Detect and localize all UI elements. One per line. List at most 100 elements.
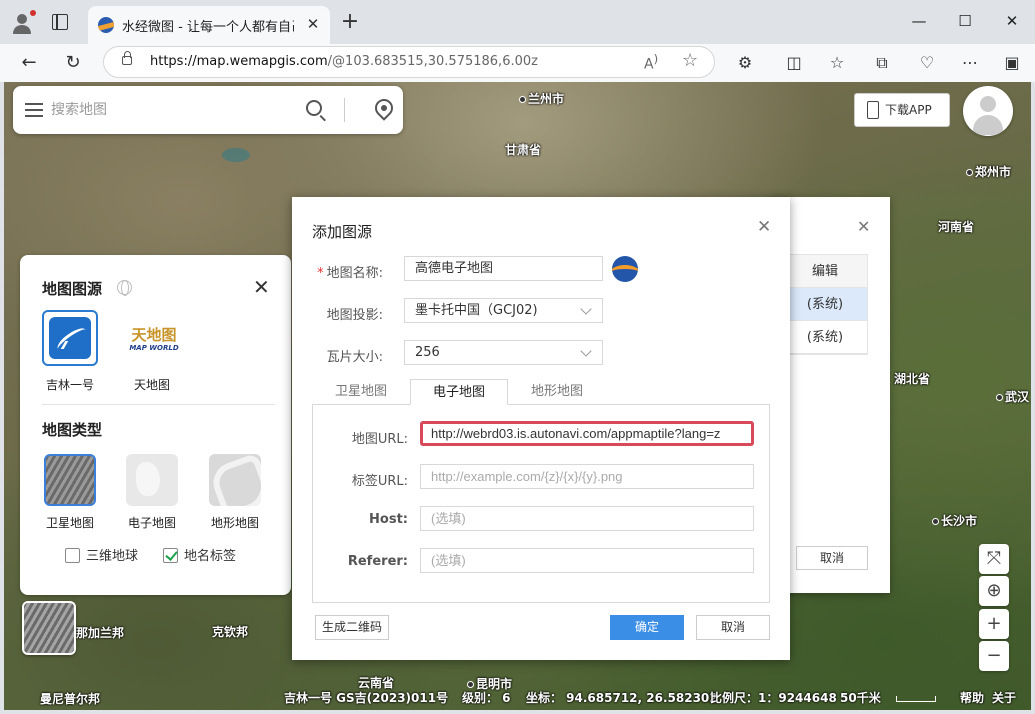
- jilin-logo-icon: [42, 310, 98, 366]
- electronic-map-icon: [126, 454, 178, 506]
- browser-window: 水经微图 - 让每一个人都有自己的 ✕ + — ☐ ✕ ← ↻ https://…: [0, 0, 1035, 714]
- scale-length-text: 50千米: [840, 691, 881, 705]
- tab-terrain[interactable]: 地形地图: [508, 379, 606, 405]
- divider: [344, 98, 345, 122]
- map-name-field[interactable]: 高德电子地图: [404, 256, 603, 281]
- projection-select[interactable]: 墨卡托中国（GCJ02): [404, 298, 603, 323]
- confirm-button[interactable]: 确定: [610, 615, 684, 640]
- map-type-toggle[interactable]: [22, 601, 76, 655]
- place-label: 兰州市: [519, 90, 564, 107]
- map-type-satellite[interactable]: 卫星地图: [40, 454, 100, 531]
- host-label: Host:: [369, 512, 408, 527]
- search-input[interactable]: [51, 98, 291, 122]
- terrain-map-icon: [209, 454, 261, 506]
- lock-icon[interactable]: [122, 51, 132, 65]
- phone-icon: [867, 101, 879, 119]
- favorite-star-icon[interactable]: ☆: [682, 50, 698, 71]
- locate-icon[interactable]: ⊕: [979, 576, 1009, 606]
- checkbox[interactable]: [65, 548, 80, 563]
- status-bar: 吉林一号 GS吉(2023)011号 级别： 6 坐标： 94.685712, …: [4, 686, 1031, 710]
- label-url-field[interactable]: http://example.com/{z}/{x}/{y}.png: [420, 464, 754, 489]
- referer-label: Referer:: [347, 554, 408, 569]
- search-icon[interactable]: [306, 100, 322, 116]
- place-label: 甘肃省: [505, 143, 542, 157]
- name-label: * 地图名称:: [317, 266, 383, 281]
- tab-satellite[interactable]: 卫星地图: [312, 379, 410, 405]
- source-panel-title: 地图图源: [42, 280, 103, 298]
- projection-label: 地图投影:: [326, 308, 383, 323]
- host-field[interactable]: (选填): [420, 506, 754, 531]
- refresh-icon[interactable]: ↻: [60, 50, 86, 76]
- source-item-jilin[interactable]: 吉林一号: [40, 310, 100, 393]
- tab-title: 水经微图 - 让每一个人都有自己的: [122, 20, 294, 35]
- tile-size-select[interactable]: 256: [404, 340, 603, 365]
- place-label: 河南省: [938, 220, 975, 234]
- map-type-terrain[interactable]: 地形地图: [205, 454, 265, 531]
- place-label: 克钦邦: [212, 625, 249, 639]
- download-app-label: 下载APP: [885, 103, 932, 117]
- collections-icon[interactable]: ⧉: [870, 51, 894, 75]
- site-favicon-icon: [98, 17, 114, 33]
- menu-icon[interactable]: [25, 103, 43, 117]
- map-type-electronic[interactable]: 电子地图: [122, 454, 182, 531]
- address-bar-row: ← ↻ https://map.wemapgis.com/@103.683515…: [0, 44, 1035, 82]
- map-type-title: 地图类型: [42, 421, 103, 439]
- zoom-in-icon[interactable]: +: [979, 609, 1009, 639]
- wemap-logo-icon: [612, 256, 638, 282]
- tab-close-icon[interactable]: ✕: [303, 14, 323, 34]
- globe-icon[interactable]: [117, 280, 132, 296]
- scale-bar: [896, 696, 936, 702]
- more-menu-icon[interactable]: ⋯: [958, 51, 982, 75]
- tab-actions-icon[interactable]: [52, 14, 68, 30]
- tab-strip: 水经微图 - 让每一个人都有自己的 ✕ + — ☐ ✕: [0, 0, 1035, 44]
- checkbox-3d-globe[interactable]: 三维地球: [65, 545, 138, 564]
- source-item-tianditu[interactable]: 天地图 MAP WORLD 天地图: [122, 310, 182, 393]
- map-url-label: 地图URL:: [351, 432, 408, 447]
- help-link[interactable]: 帮助: [960, 689, 984, 706]
- location-pin-icon[interactable]: [371, 95, 397, 121]
- split-screen-icon[interactable]: ◫: [782, 51, 806, 75]
- source-type-tabs: 卫星地图 电子地图 地形地图: [312, 379, 770, 405]
- zoom-level-text: 级别： 6: [462, 691, 511, 705]
- scale-ratio-text: 比例尺：1：9244648: [710, 691, 837, 705]
- browser-essentials-icon[interactable]: ♡: [915, 51, 939, 75]
- map-search-box: [13, 86, 403, 134]
- zoom-out-icon[interactable]: −: [979, 641, 1009, 671]
- download-app-button[interactable]: 下载APP: [854, 93, 950, 127]
- close-icon[interactable]: ✕: [857, 217, 870, 236]
- new-tab-button[interactable]: +: [338, 11, 362, 35]
- about-link[interactable]: 关于: [992, 689, 1016, 706]
- cancel-button[interactable]: 取消: [796, 546, 868, 570]
- cancel-button[interactable]: 取消: [696, 615, 770, 640]
- tab-electronic[interactable]: 电子地图: [410, 379, 508, 405]
- measure-tool-icon[interactable]: ⤧: [979, 544, 1009, 574]
- minimize-icon[interactable]: —: [904, 8, 934, 34]
- map-url-field[interactable]: http://webrd03.is.autonavi.com/appmaptil…: [420, 421, 754, 446]
- url-text[interactable]: https://map.wemapgis.com/@103.683515,30.…: [150, 54, 538, 69]
- place-label: 长沙市: [932, 512, 977, 529]
- checkbox-checked[interactable]: [163, 548, 178, 563]
- close-icon[interactable]: ✕: [253, 275, 270, 299]
- back-icon[interactable]: ←: [16, 50, 42, 76]
- close-icon[interactable]: ✕: [757, 217, 771, 237]
- sidebar-toggle-icon[interactable]: ▣: [1000, 51, 1024, 75]
- favorites-icon[interactable]: ☆: [825, 51, 849, 75]
- dialog-title: 添加图源: [312, 223, 373, 241]
- generate-qr-button[interactable]: 生成二维码: [315, 615, 389, 640]
- read-aloud-icon[interactable]: A): [644, 52, 658, 73]
- user-avatar[interactable]: [963, 86, 1013, 136]
- tile-size-label: 瓦片大小:: [326, 350, 383, 365]
- extensions-icon[interactable]: ⚙: [733, 51, 757, 75]
- maximize-icon[interactable]: ☐: [950, 8, 980, 34]
- address-bar[interactable]: https://map.wemapgis.com/@103.683515,30.…: [103, 46, 715, 78]
- lake-feature: [222, 148, 250, 162]
- checkbox-place-labels[interactable]: 地名标签: [163, 545, 236, 564]
- copyright-text: 吉林一号 GS吉(2023)011号: [284, 691, 449, 705]
- label-url-label: 标签URL:: [351, 474, 408, 489]
- profile-icon[interactable]: [10, 10, 36, 36]
- place-label: 郑州市: [966, 163, 1011, 180]
- window-close-icon[interactable]: ✕: [997, 8, 1027, 34]
- add-source-dialog: 添加图源 ✕ * 地图名称: 高德电子地图 地图投影: 墨卡托中国（GCJ02) …: [292, 197, 790, 660]
- referer-field[interactable]: (选填): [420, 548, 754, 573]
- browser-tab[interactable]: 水经微图 - 让每一个人都有自己的 ✕: [88, 6, 330, 44]
